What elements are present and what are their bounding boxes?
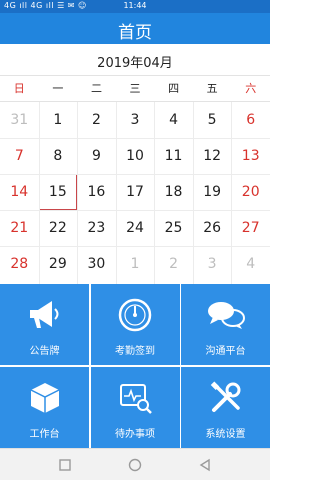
feature-menu: 公告牌 考勤签到 沟通平台 工作台 待办事项 系统设置 — [0, 284, 270, 448]
workbench-label: 工作台 — [29, 429, 60, 440]
chat-bubbles-icon — [181, 297, 270, 333]
calendar-day[interactable]: 1 — [39, 102, 77, 138]
weekday-fri: 五 — [206, 82, 218, 95]
todo-tile[interactable]: 待办事项 — [90, 367, 180, 448]
calendar-day[interactable]: 14 — [1, 174, 39, 210]
page-title: 首页 — [118, 23, 152, 43]
calendar-day[interactable]: 10 — [116, 138, 154, 174]
calendar-week-row: 21 22 23 24 25 26 27 — [0, 210, 270, 246]
grid-line — [231, 102, 233, 284]
calendar-day[interactable]: 13 — [232, 138, 270, 174]
calendar-day[interactable]: 4 — [155, 102, 193, 138]
calendar-day[interactable]: 30 — [78, 246, 116, 282]
recent-apps-icon[interactable] — [57, 457, 73, 473]
calendar-week-row: 28 29 30 1 2 3 4 — [0, 246, 270, 282]
calendar-day[interactable]: 12 — [193, 138, 231, 174]
calendar-day[interactable]: 18 — [155, 174, 193, 210]
weekday-header: 日 一 二 三 四 五 六 — [0, 76, 270, 102]
calendar-day[interactable]: 23 — [78, 210, 116, 246]
title-bar: 首页 — [0, 13, 270, 44]
calendar-week-row: 14 15 16 17 18 19 20 — [0, 174, 270, 210]
calendar-day[interactable]: 5 — [193, 102, 231, 138]
grid-line — [38, 102, 40, 284]
calendar-day[interactable]: 26 — [193, 210, 231, 246]
settings-label: 系统设置 — [205, 429, 246, 440]
grid-line — [115, 102, 117, 284]
calendar-day[interactable]: 16 — [78, 174, 116, 210]
todo-label: 待办事项 — [115, 429, 155, 440]
chat-platform-tile[interactable]: 沟通平台 — [181, 284, 270, 365]
grid-line — [77, 102, 79, 284]
attendance-tile[interactable]: 考勤签到 — [90, 284, 180, 365]
status-bar: 4G ıll 4G ıll ☰ ✉ ☺ 11:44 — [0, 0, 270, 13]
month-header: 2019年04月 — [0, 44, 270, 76]
workbench-tile[interactable]: 工作台 — [0, 367, 89, 448]
calendar-day[interactable]: 2 — [78, 102, 116, 138]
calendar-day[interactable]: 11 — [155, 138, 193, 174]
calendar-day[interactable]: 27 — [232, 210, 270, 246]
weekday-thu: 四 — [168, 82, 180, 95]
calendar-day[interactable]: 25 — [155, 210, 193, 246]
calendar-day[interactable]: 19 — [193, 174, 231, 210]
calendar-grid: 31 1 2 3 4 5 6 7 8 9 10 11 12 13 14 15 16 17 18 19 20 21 22 23 2… — [0, 102, 270, 284]
system-nav-bar — [0, 448, 270, 480]
megaphone-icon — [0, 297, 89, 333]
clock: 11:44 — [123, 1, 147, 10]
settings-tile[interactable]: 系统设置 — [181, 367, 270, 448]
calendar-day-outside[interactable]: 4 — [232, 246, 270, 282]
grid-line — [0, 210, 270, 211]
calendar-day-outside[interactable]: 2 — [155, 246, 193, 282]
attendance-label: 考勤签到 — [115, 346, 155, 357]
calendar-day-outside[interactable]: 31 — [1, 102, 39, 138]
grid-line — [0, 174, 270, 175]
back-icon[interactable] — [197, 457, 213, 473]
calendar-day[interactable]: 24 — [116, 210, 154, 246]
home-icon[interactable] — [127, 457, 143, 473]
grid-line — [192, 102, 194, 284]
weekday-mon: 一 — [52, 82, 64, 95]
calendar-day[interactable]: 20 — [232, 174, 270, 210]
grid-line — [0, 246, 270, 247]
calendar-day-outside[interactable]: 1 — [116, 246, 154, 282]
calendar-day[interactable]: 9 — [78, 138, 116, 174]
calendar-week-row: 31 1 2 3 4 5 6 — [0, 102, 270, 138]
chat-platform-label: 沟通平台 — [205, 346, 246, 357]
notice-board-label: 公告牌 — [29, 346, 60, 357]
grid-line — [154, 102, 156, 284]
cube-icon — [0, 380, 89, 416]
weekday-sat: 六 — [245, 82, 257, 95]
calendar-day[interactable]: 21 — [1, 210, 39, 246]
grid-line — [0, 138, 270, 139]
calendar-week-row: 7 8 9 10 11 12 13 — [0, 138, 270, 174]
calendar-day-selected[interactable]: 15 — [39, 174, 77, 210]
calendar-day[interactable]: 3 — [116, 102, 154, 138]
calendar-day[interactable]: 29 — [39, 246, 77, 282]
calendar-day[interactable]: 28 — [1, 246, 39, 282]
calendar-day[interactable]: 17 — [116, 174, 154, 210]
weekday-sun: 日 — [13, 82, 25, 95]
weekday-tue: 二 — [90, 82, 102, 95]
monitor-search-icon — [91, 380, 180, 416]
gauge-icon — [91, 297, 180, 333]
calendar-day[interactable]: 6 — [232, 102, 270, 138]
weekday-wed: 三 — [129, 82, 141, 95]
calendar-day[interactable]: 22 — [39, 210, 77, 246]
tools-icon — [181, 380, 270, 416]
calendar-day[interactable]: 7 — [1, 138, 39, 174]
notice-board-tile[interactable]: 公告牌 — [0, 284, 89, 365]
month-label: 2019年04月 — [97, 56, 173, 71]
calendar-day[interactable]: 8 — [39, 138, 77, 174]
calendar-day-outside[interactable]: 3 — [193, 246, 231, 282]
